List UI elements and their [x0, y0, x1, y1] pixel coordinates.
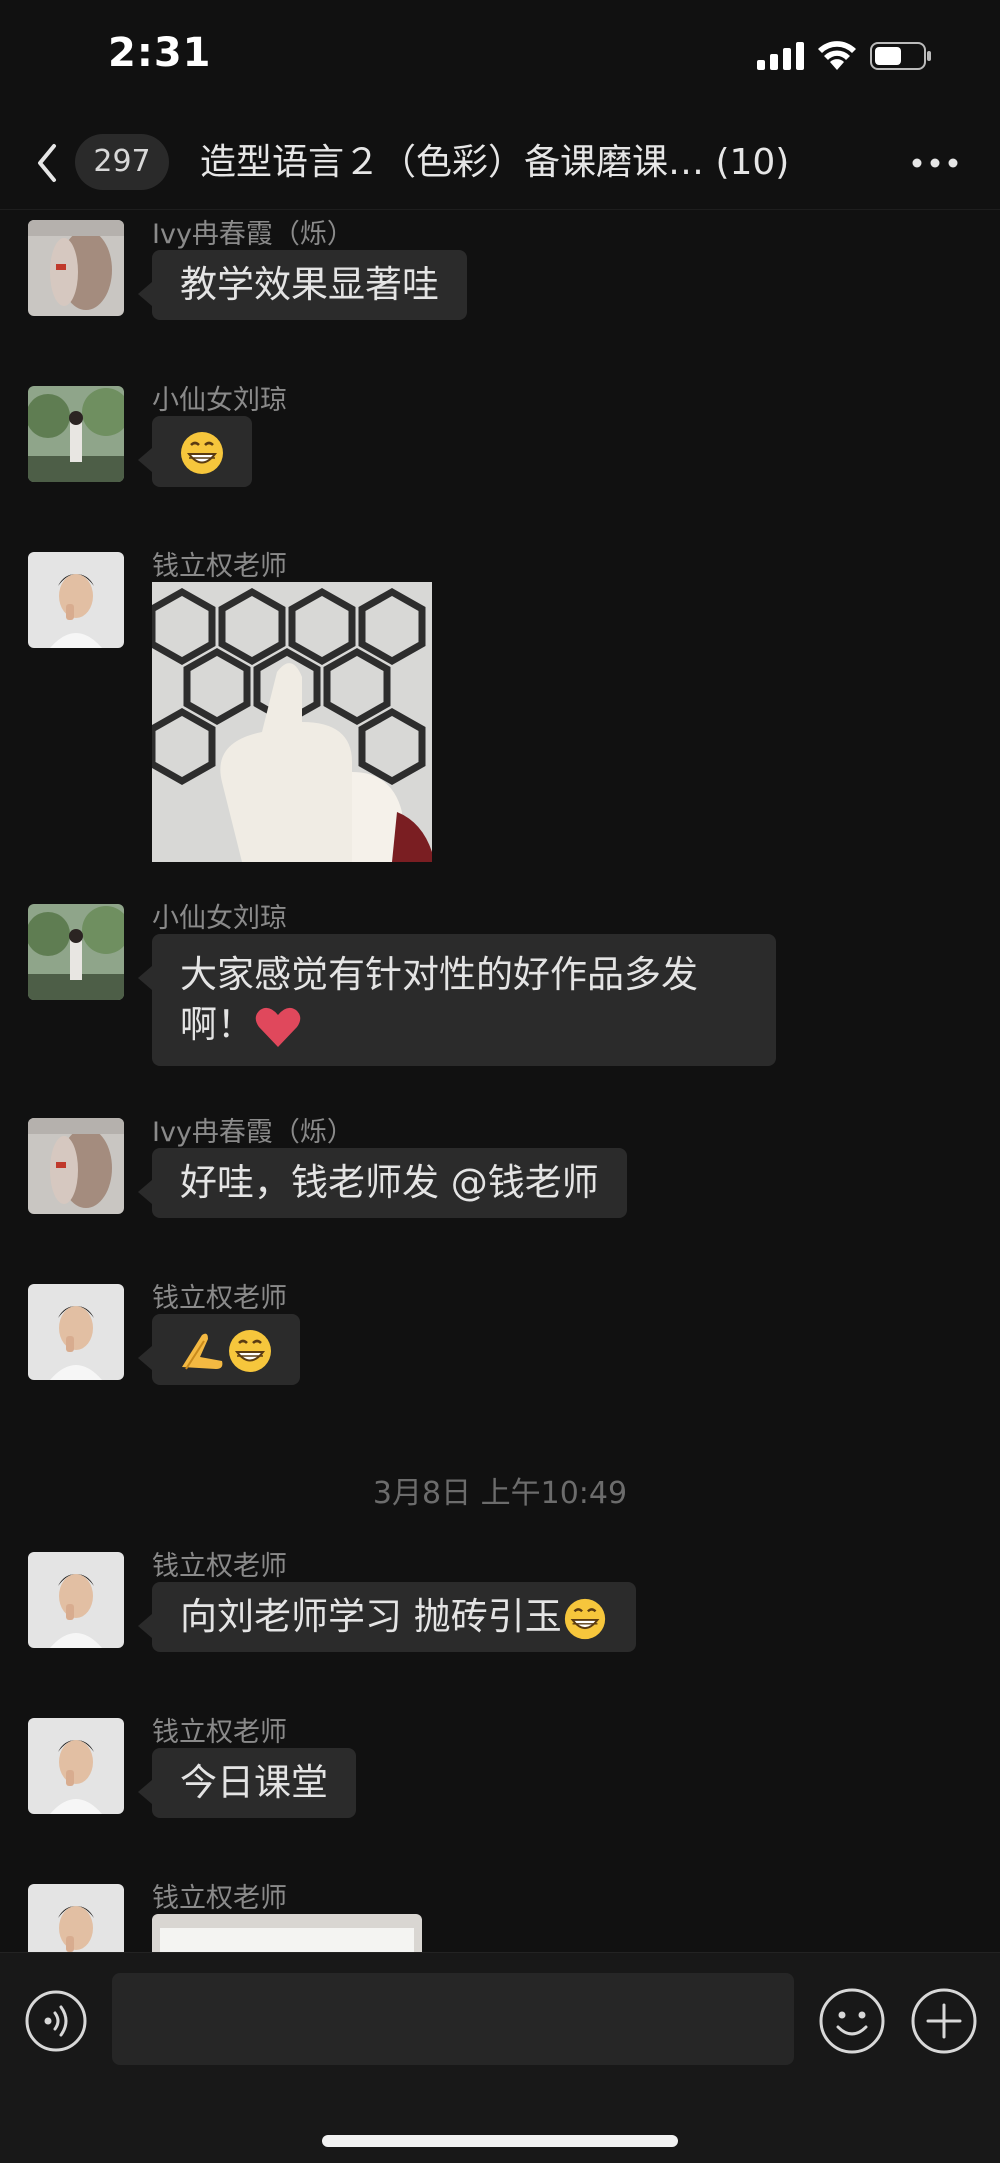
message-text: 向刘老师学习 抛砖引玉	[180, 1595, 562, 1638]
battery-icon	[870, 42, 931, 70]
man-portrait-avatar[interactable]	[28, 552, 124, 648]
man-portrait-avatar[interactable]	[28, 1284, 124, 1380]
wifi-icon	[818, 41, 856, 70]
grinning-face-emoji	[181, 431, 223, 474]
message-bubble[interactable]: 好哇，钱老师发 @钱老师	[138, 1148, 627, 1218]
message-text: 教学效果显著哇	[180, 263, 439, 306]
sender-name: 钱立权老师	[152, 1717, 287, 1748]
message-bubble[interactable]: 今日课堂	[138, 1748, 356, 1818]
unread-count-badge[interactable]: 297	[75, 134, 169, 190]
message-input[interactable]	[112, 1973, 794, 2065]
add-more-icon[interactable]	[910, 1987, 978, 2055]
sender-name: 钱立权老师	[152, 1283, 287, 1314]
status-bar: 2:31	[0, 0, 1000, 110]
sender-name: Ivy冉春霞（烁）	[152, 219, 354, 250]
grinning-face-emoji	[564, 1598, 605, 1639]
man-portrait-avatar[interactable]	[28, 1552, 124, 1648]
home-indicator[interactable]	[322, 2135, 678, 2147]
woman-profile-avatar[interactable]	[28, 220, 124, 316]
chat-header: 297 造型语言２（色彩）备课磨课… (10)	[0, 120, 1000, 210]
woman-profile-avatar[interactable]	[28, 1118, 124, 1214]
sender-name: 钱立权老师	[152, 551, 287, 582]
sender-name: Ivy冉春霞（烁）	[152, 1117, 354, 1148]
message-bubble[interactable]: 向刘老师学习 抛砖引玉	[138, 1582, 636, 1652]
message-bubble[interactable]: 大家感觉有针对性的好作品多发啊！	[138, 934, 776, 1066]
grinning-face-emoji	[229, 1329, 271, 1372]
thumbs-up-hexagon-tile-photo[interactable]	[152, 582, 432, 862]
voice-input-icon[interactable]	[24, 1989, 88, 2053]
girl-garden-avatar[interactable]	[28, 386, 124, 482]
sender-name: 钱立权老师	[152, 1551, 287, 1582]
chat-screen: 2:31 297 造型语言２（色彩）备课磨课… (10) Ivy冉春霞（烁） 教…	[0, 0, 1000, 2163]
message-bubble[interactable]: 教学效果显著哇	[138, 250, 467, 320]
man-portrait-avatar[interactable]	[28, 1718, 124, 1814]
chat-timestamp: 3月8日 上午10:49	[372, 1476, 628, 1511]
message-bubble[interactable]	[138, 1314, 300, 1385]
back-chevron-icon[interactable]	[28, 138, 68, 188]
more-options-icon[interactable]	[905, 138, 965, 188]
red-heart-emoji	[255, 1007, 301, 1047]
status-time: 2:31	[108, 30, 212, 76]
chat-title: 造型语言２（色彩）备课磨课… (10)	[200, 142, 790, 183]
message-text: 好哇，钱老师发 @钱老师	[180, 1161, 599, 1204]
cellular-signal-icon	[757, 42, 804, 70]
emoji-icon[interactable]	[818, 1987, 886, 2055]
message-text: 今日课堂	[180, 1761, 328, 1804]
sender-name: 小仙女刘琼	[152, 385, 287, 416]
sender-name: 钱立权老师	[152, 1883, 287, 1914]
girl-garden-avatar[interactable]	[28, 904, 124, 1000]
sender-name: 小仙女刘琼	[152, 903, 287, 934]
message-bubble[interactable]	[138, 416, 252, 487]
bowing-hands-emoji	[182, 1333, 223, 1370]
chat-input-bar	[0, 1952, 1000, 2163]
